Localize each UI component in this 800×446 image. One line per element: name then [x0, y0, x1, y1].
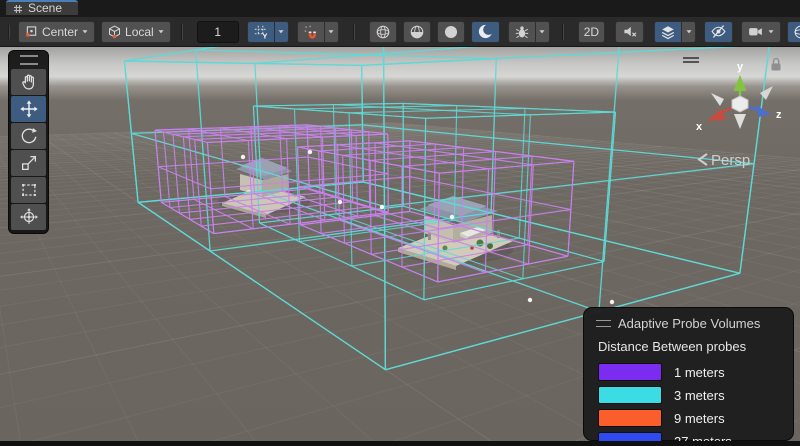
grid-snap-button[interactable]: Y	[247, 21, 275, 43]
shaded-wireframe-sphere-icon	[409, 24, 425, 40]
lock-icon[interactable]	[772, 59, 781, 71]
debug-dropdown[interactable]	[536, 21, 550, 43]
gizmos-split-button	[787, 21, 800, 43]
debug-button[interactable]	[508, 21, 536, 43]
chevron-down-icon	[277, 29, 285, 34]
projection-toggle[interactable]: Persp	[699, 152, 750, 169]
snap-increment-dropdown[interactable]	[325, 21, 339, 43]
hand-tool-icon	[19, 72, 39, 92]
scene-visibility-button[interactable]	[704, 21, 733, 43]
rect-tool-icon	[19, 180, 39, 200]
effects-button[interactable]	[654, 21, 682, 43]
speaker-muted-icon	[621, 23, 638, 40]
audio-toggle-button[interactable]	[615, 21, 644, 43]
grid-hash-icon	[13, 4, 23, 14]
2d-toggle-label: 2D	[584, 25, 599, 39]
rotate-tool-icon	[19, 126, 39, 146]
window-bottom-border	[0, 441, 800, 446]
orientation-gizmo: y x z Persp	[680, 50, 795, 172]
apv-legend-panel: Adaptive Probe Volumes Distance Between …	[583, 307, 794, 441]
scale-tool-icon	[19, 153, 39, 173]
legend-swatch	[598, 409, 662, 427]
chevron-down-icon	[767, 29, 775, 34]
legend-label: 3 meters	[674, 388, 725, 403]
gizmo-x-label: x	[696, 121, 703, 133]
tab-bar: Scene	[0, 0, 800, 17]
toolbar-separator	[562, 24, 564, 40]
transform-tool-button[interactable]	[11, 204, 46, 230]
chevron-down-icon	[157, 29, 165, 34]
legend-drag-handle[interactable]	[596, 320, 611, 327]
tab-scene[interactable]: Scene	[6, 0, 78, 15]
legend-row: 9 meters	[598, 409, 783, 427]
tab-label: Scene	[28, 1, 62, 16]
draw-mode-wireframe-button[interactable]	[369, 21, 397, 43]
magnet-snap-icon	[303, 24, 319, 40]
gizmos-button[interactable]	[787, 21, 800, 43]
scale-tool-button[interactable]	[11, 150, 46, 176]
scene-lighting-button[interactable]	[471, 21, 500, 43]
projection-label: Persp	[711, 152, 750, 169]
grid-snap-dropdown[interactable]	[275, 21, 289, 43]
chevron-down-icon	[685, 29, 693, 34]
eye-hidden-icon	[710, 23, 727, 40]
grid-snap-icon: Y	[253, 24, 269, 40]
effects-split-button	[654, 21, 696, 43]
grid-size-input[interactable]	[197, 21, 239, 43]
camera-settings-button[interactable]	[741, 21, 781, 43]
grid-snap-split-button: Y	[247, 21, 289, 43]
legend-swatch	[598, 363, 662, 381]
pivot-mode-button[interactable]: Center	[18, 21, 95, 43]
unity-scene-view: Scene Center Local	[0, 0, 800, 446]
chevron-down-icon	[538, 29, 546, 34]
legend-label: 9 meters	[674, 411, 725, 426]
orientation-mode-button[interactable]: Local	[101, 21, 171, 43]
svg-text:Y: Y	[262, 31, 267, 39]
pivot-icon	[24, 24, 39, 39]
move-tool-button[interactable]	[11, 96, 46, 122]
scene-toolbar: Center Local Y	[0, 17, 800, 47]
2d-toggle-button[interactable]: 2D	[578, 21, 605, 43]
gizmo-y-label: y	[737, 61, 744, 73]
legend-label: 1 meters	[674, 365, 725, 380]
snap-increment-split-button	[297, 21, 339, 43]
rotate-tool-button[interactable]	[11, 123, 46, 149]
legend-title: Adaptive Probe Volumes	[618, 316, 760, 331]
chevron-down-icon	[81, 29, 89, 34]
snap-increment-button[interactable]	[297, 21, 325, 43]
gizmo-sphere-icon	[793, 24, 800, 40]
camera-icon	[747, 23, 764, 40]
toolbar-separator	[181, 24, 183, 40]
orientation-mode-label: Local	[125, 25, 154, 39]
tools-drag-handle[interactable]	[20, 55, 38, 65]
layers-icon	[660, 24, 676, 40]
legend-row: 1 meters	[598, 363, 783, 381]
effects-dropdown[interactable]	[682, 21, 696, 43]
cube-icon	[107, 24, 122, 39]
gizmo-hub-cube[interactable]	[732, 96, 748, 112]
moon-icon	[477, 23, 494, 40]
view-tool-button[interactable]	[11, 69, 46, 95]
wireframe-sphere-icon	[375, 24, 391, 40]
pivot-mode-label: Center	[42, 25, 78, 39]
gizmo-drag-handle[interactable]	[683, 58, 699, 62]
chevron-down-icon	[327, 29, 335, 34]
draw-mode-shaded-wireframe-button[interactable]	[403, 21, 431, 43]
toolbar-separator	[353, 24, 355, 40]
transform-tool-icon	[19, 207, 39, 227]
toolbar-drag-handle[interactable]	[8, 25, 10, 39]
legend-row: 3 meters	[598, 386, 783, 404]
legend-swatch	[598, 386, 662, 404]
legend-header: Adaptive Probe Volumes	[596, 316, 783, 331]
gizmo-z-label: z	[776, 109, 782, 121]
shaded-sphere-icon	[443, 24, 459, 40]
rect-tool-button[interactable]	[11, 177, 46, 203]
legend-subtitle: Distance Between probes	[598, 339, 783, 354]
bug-icon	[514, 24, 530, 40]
tools-overlay	[8, 50, 49, 234]
move-tool-icon	[19, 99, 39, 119]
debug-split-button	[508, 21, 550, 43]
draw-mode-shaded-button[interactable]	[437, 21, 465, 43]
